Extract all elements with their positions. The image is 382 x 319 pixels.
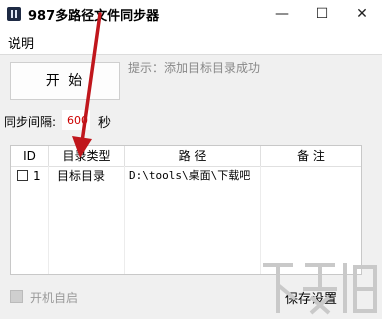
- watermark-logo: [263, 263, 377, 315]
- minimize-button[interactable]: —: [262, 0, 302, 28]
- row-type: 目标目录: [57, 169, 106, 183]
- row-path: D:\tools\桌面\下载吧: [129, 169, 251, 182]
- maximize-button[interactable]: ☐: [302, 0, 342, 28]
- start-button[interactable]: 开 始: [10, 62, 120, 100]
- column-header-note[interactable]: 备 注: [261, 146, 361, 166]
- autostart-label: 开机自启: [30, 291, 79, 305]
- status-hint: 提示：添加目标目录成功: [128, 61, 261, 75]
- menu-item-help[interactable]: 说明: [8, 33, 34, 52]
- interval-unit-label: 秒: [98, 116, 112, 131]
- window-title: 987多路径文件同步器: [28, 9, 160, 24]
- column-header-type[interactable]: 目录类型: [49, 146, 125, 166]
- table-header: ID 目录类型 路 径 备 注: [11, 146, 361, 167]
- table-row[interactable]: 1 目标目录 D:\tools\桌面\下载吧: [11, 167, 361, 185]
- interval-input[interactable]: [62, 110, 90, 130]
- column-header-path[interactable]: 路 径: [125, 146, 261, 166]
- title-bar: 987多路径文件同步器 — ☐ ✕: [0, 0, 382, 28]
- close-button[interactable]: ✕: [342, 0, 382, 28]
- column-header-id[interactable]: ID: [11, 146, 49, 166]
- menu-bar: 说明: [0, 28, 382, 55]
- autostart-checkbox: [10, 290, 23, 303]
- app-icon: [7, 7, 21, 21]
- interval-label: 同步间隔:: [4, 115, 57, 129]
- row-id: 1: [33, 169, 41, 183]
- row-checkbox[interactable]: [17, 170, 28, 181]
